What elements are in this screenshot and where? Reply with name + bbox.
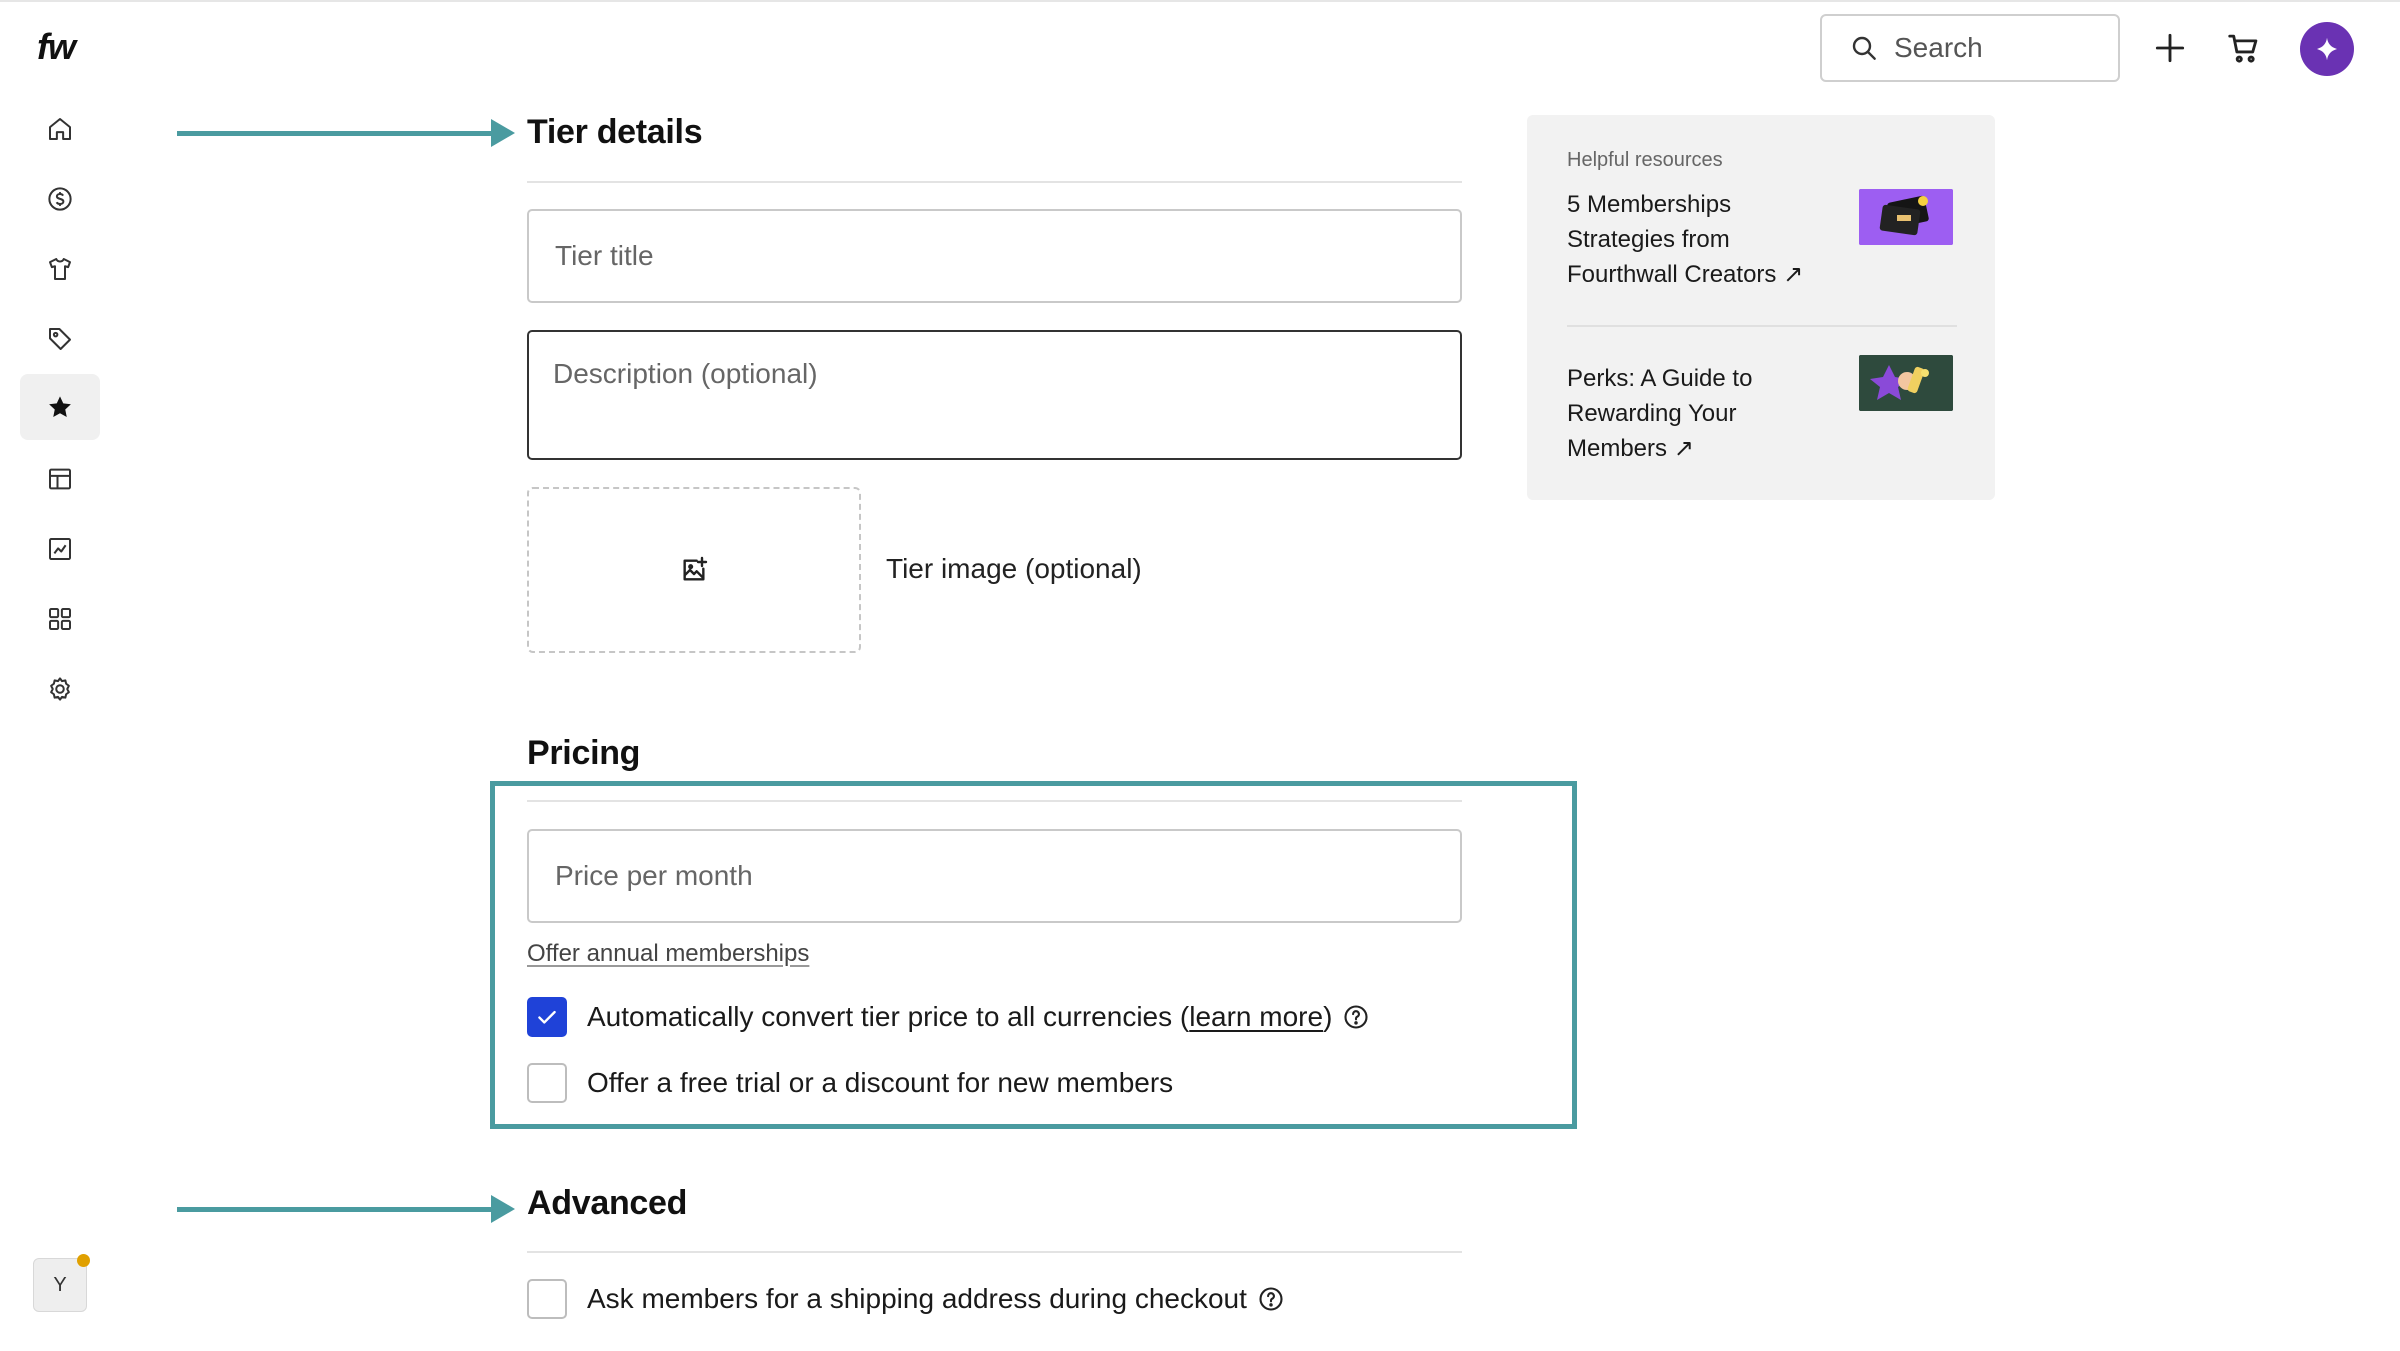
helpful-resources-panel: Helpful resources 5 Memberships Strategi…	[1527, 115, 1995, 500]
cards-image	[1859, 189, 1953, 245]
resource-link[interactable]: 5 Memberships Strategies from Fourthwall…	[1567, 187, 1827, 292]
learn-more-link[interactable]: learn more	[1189, 1001, 1323, 1033]
add-image-icon	[683, 556, 708, 581]
tier-image-label: Tier image (optional)	[886, 553, 1142, 584]
sidebar-item-layout[interactable]	[20, 446, 100, 512]
shipping-address-checkbox[interactable]	[527, 1279, 567, 1319]
perks-image	[1859, 355, 1953, 411]
free-trial-checkbox[interactable]	[527, 1063, 567, 1103]
sidebar-item-promotions[interactable]	[20, 306, 100, 372]
section-divider	[527, 1251, 1462, 1253]
tier-image-upload[interactable]	[527, 487, 861, 653]
free-trial-row: Offer a free trial or a discount for new…	[527, 1063, 1173, 1103]
offer-annual-memberships-link[interactable]: Offer annual memberships	[527, 940, 809, 968]
sidebar-item-home[interactable]	[20, 96, 100, 162]
sidebar-item-settings[interactable]	[20, 656, 100, 722]
resource-link[interactable]: Perks: A Guide to Rewarding Your Members…	[1567, 361, 1827, 466]
dollar-icon	[48, 187, 72, 211]
sidebar-item-memberships[interactable]	[20, 374, 100, 440]
cart-icon	[2228, 34, 2258, 63]
resource-item[interactable]: 5 Memberships Strategies from Fourthwall…	[1567, 187, 1957, 297]
search-input[interactable]	[1894, 32, 2094, 64]
tag-icon	[49, 328, 71, 350]
sidebar-item-apps[interactable]	[20, 586, 100, 652]
cart-button[interactable]	[2222, 26, 2266, 70]
auto-convert-row: Automatically convert tier price to all …	[527, 997, 1370, 1037]
section-divider	[527, 181, 1462, 183]
section-title-advanced: Advanced	[527, 1184, 688, 1222]
chart-icon	[49, 538, 71, 560]
help-icon[interactable]	[1257, 1285, 1285, 1313]
notification-dot	[77, 1254, 90, 1267]
ai-assistant-button[interactable]	[2300, 22, 2354, 76]
table-icon	[49, 468, 71, 490]
star-icon	[49, 396, 71, 417]
tier-title-field[interactable]	[527, 209, 1462, 303]
price-per-month-input[interactable]	[555, 831, 1434, 921]
checkmark-icon	[538, 1010, 556, 1024]
description-field[interactable]	[527, 330, 1462, 460]
sidebar-item-money[interactable]	[20, 166, 100, 232]
free-trial-label: Offer a free trial or a discount for new…	[587, 1067, 1174, 1098]
tier-title-input[interactable]	[555, 211, 1434, 301]
sparkle-icon	[2317, 37, 2337, 61]
price-per-month-field[interactable]	[527, 829, 1462, 923]
home-icon	[49, 118, 71, 140]
section-title-tier-details: Tier details	[527, 113, 703, 151]
gear-icon	[50, 677, 70, 701]
resources-heading: Helpful resources	[1567, 149, 1723, 171]
section-divider	[527, 800, 1462, 802]
auto-convert-label: Automatically convert tier price to all …	[587, 1001, 1190, 1032]
sidebar: fw Y	[0, 0, 120, 1351]
annotation-arrow-tier-details	[177, 119, 515, 147]
fourthwall-logo[interactable]: fw	[37, 26, 76, 68]
resource-item[interactable]: Perks: A Guide to Rewarding Your Members…	[1567, 355, 1957, 471]
add-button[interactable]	[2148, 26, 2192, 70]
resources-divider	[1567, 325, 1957, 327]
sidebar-item-analytics[interactable]	[20, 516, 100, 582]
shirt-icon	[49, 258, 71, 280]
shipping-address-row: Ask members for a shipping address durin…	[527, 1279, 1285, 1319]
grid-icon	[49, 608, 71, 630]
search-icon	[1852, 36, 1876, 60]
description-input[interactable]	[553, 358, 1436, 432]
plus-icon	[2155, 33, 2185, 63]
sidebar-item-products[interactable]	[20, 236, 100, 302]
help-icon[interactable]	[1342, 1003, 1370, 1031]
shipping-address-label: Ask members for a shipping address durin…	[587, 1283, 1247, 1314]
resource-thumbnail	[1859, 355, 1953, 411]
user-avatar[interactable]: Y	[33, 1258, 87, 1312]
auto-convert-checkbox[interactable]	[527, 997, 567, 1037]
resource-thumbnail	[1859, 189, 1953, 245]
section-title-pricing: Pricing	[527, 734, 641, 772]
auto-convert-label-end: )	[1323, 1001, 1333, 1032]
search-box[interactable]	[1820, 14, 2120, 82]
top-border	[0, 0, 2400, 2]
annotation-arrow-advanced	[177, 1195, 515, 1223]
